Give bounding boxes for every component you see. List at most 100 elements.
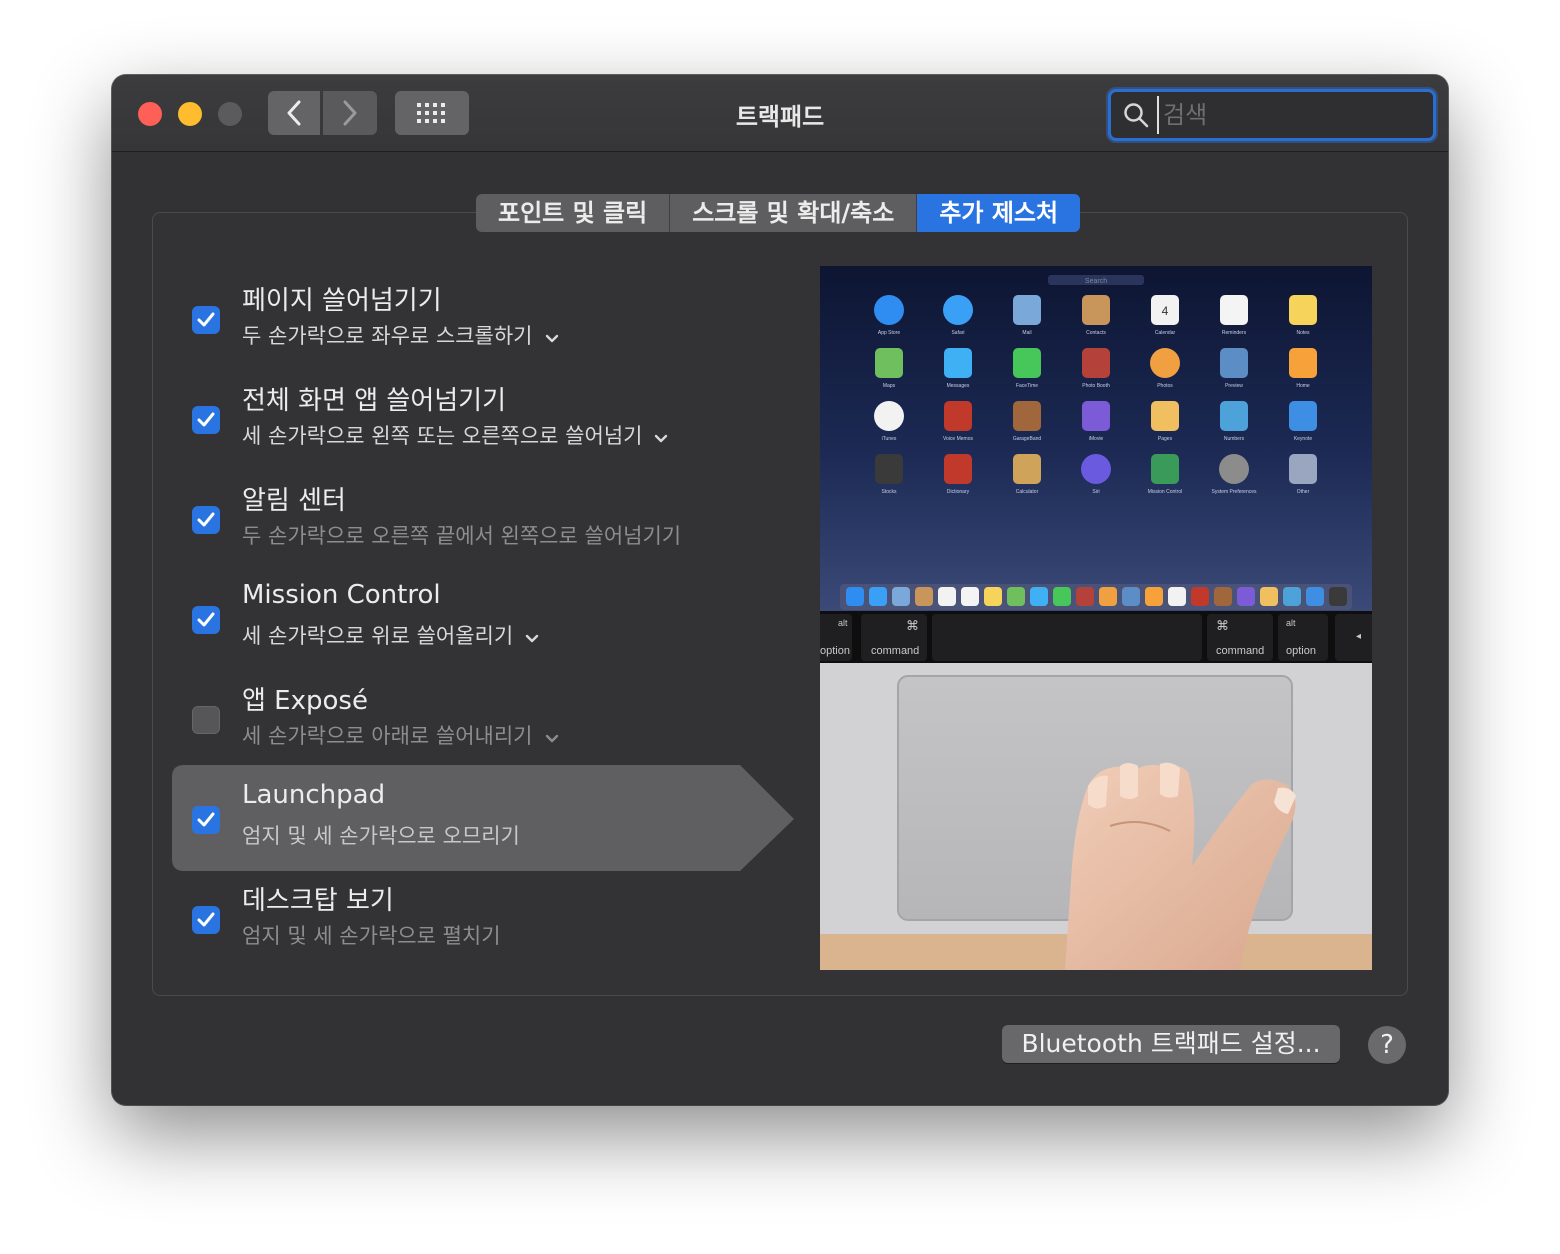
dock-app-icon	[1076, 587, 1094, 606]
gesture-description: 엄지 및 세 손가락으로 펼치기	[242, 920, 501, 950]
key-cmd-symbol-left: ⌘	[906, 618, 919, 633]
launchpad-app-icon: Contacts	[1082, 295, 1110, 336]
show-all-button[interactable]	[395, 91, 469, 135]
dock-app-icon	[915, 587, 933, 606]
launchpad-app-label: Preview	[1225, 383, 1243, 389]
gesture-subtitle: 세 손가락으로 왼쪽 또는 오른쪽으로 쓸어넘기	[242, 424, 643, 448]
gesture-title: 데스크탑 보기	[242, 886, 394, 916]
launchpad-app-icon: Dictionary	[944, 454, 972, 495]
launchpad-app-label: App Store	[878, 330, 900, 336]
dock-app-icon	[1260, 587, 1278, 606]
gesture-popup-menu[interactable]: 세 손가락으로 위로 쓸어올리기	[242, 620, 539, 650]
key-option-right: option	[1286, 645, 1316, 657]
gesture-row[interactable]: 전체 화면 앱 쓸어넘기기 세 손가락으로 왼쪽 또는 오른쪽으로 쓸어넘기	[172, 380, 772, 480]
dock-app-icon	[1145, 587, 1163, 606]
launchpad-app-label: Dictionary	[947, 489, 970, 495]
gesture-title: 페이지 쓸어넘기기	[242, 286, 442, 316]
preferences-window: 트랙패드 포인트 및 클릭 스크롤 및 확대/축소 추가 제스처 페이지 쓸어넘…	[112, 75, 1448, 1105]
gesture-subtitle: 엄지 및 세 손가락으로 펼치기	[242, 924, 501, 948]
gesture-row[interactable]: 알림 센터두 손가락으로 오른쪽 끝에서 왼쪽으로 쓸어넘기기	[172, 480, 772, 580]
checkmark-icon	[197, 412, 215, 427]
gesture-row[interactable]: Mission Control 세 손가락으로 위로 쓸어올리기	[172, 580, 772, 680]
help-button[interactable]: ?	[1368, 1026, 1406, 1064]
launchpad-app-label: FaceTime	[1016, 383, 1038, 389]
calendar-day-number: 4	[1162, 304, 1169, 318]
gesture-row[interactable]: 앱 Exposé 세 손가락으로 아래로 쓸어내리기	[172, 680, 772, 780]
chevron-down-icon	[654, 425, 668, 449]
launchpad-app-label: Photo Booth	[1082, 383, 1110, 389]
dock-app-icon	[869, 587, 887, 606]
dock-app-icon	[1168, 587, 1186, 606]
chevron-right-icon	[343, 100, 357, 126]
gesture-row[interactable]: 데스크탑 보기엄지 및 세 손가락으로 펼치기	[172, 880, 772, 980]
gesture-title: 앱 Exposé	[242, 686, 368, 716]
gesture-checkbox[interactable]	[192, 506, 220, 534]
grid-icon	[417, 103, 445, 123]
tab-scroll-and-zoom[interactable]: 스크롤 및 확대/축소	[670, 194, 918, 232]
chevron-down-icon	[545, 325, 559, 349]
dock-app-icon	[1122, 587, 1140, 606]
key-command-right: command	[1216, 645, 1264, 657]
gesture-subtitle: 두 손가락으로 좌우로 스크롤하기	[242, 324, 533, 348]
dock-app-icon	[892, 587, 910, 606]
tab-more-gestures[interactable]: 추가 제스처	[917, 194, 1081, 232]
launchpad-app-label: Stocks	[881, 489, 897, 495]
launchpad-app-icon: FaceTime	[1013, 348, 1041, 389]
launchpad-app-label: Siri	[1092, 489, 1099, 495]
bluetooth-trackpad-settings-button[interactable]: Bluetooth 트랙패드 설정...	[1002, 1025, 1340, 1063]
launchpad-app-label: Contacts	[1086, 330, 1106, 336]
dock-app-icon	[846, 587, 864, 606]
launchpad-app-label: Numbers	[1224, 436, 1245, 442]
search-input[interactable]	[1157, 96, 1425, 134]
zoom-button[interactable]	[218, 102, 242, 126]
launchpad-app-label: Reminders	[1222, 330, 1247, 336]
title-bar: 트랙패드	[112, 75, 1448, 152]
launchpad-app-label: System Preferences	[1211, 489, 1257, 495]
key-alt-left: alt	[838, 618, 848, 628]
gesture-checkbox[interactable]	[192, 706, 220, 734]
gesture-popup-menu[interactable]: 두 손가락으로 좌우로 스크롤하기	[242, 320, 559, 350]
launchpad-app-label: Messages	[947, 383, 970, 389]
launchpad-app-label: Notes	[1296, 330, 1310, 336]
launchpad-app-label: Safari	[951, 330, 964, 336]
close-button[interactable]	[138, 102, 162, 126]
launchpad-app-label: Keynote	[1294, 436, 1313, 442]
gesture-checkbox[interactable]	[192, 806, 220, 834]
tab-bar: 포인트 및 클릭 스크롤 및 확대/축소 추가 제스처	[476, 194, 1081, 232]
launchpad-app-label: Voice Memos	[943, 436, 974, 442]
launchpad-app-label: Mission Control	[1148, 489, 1182, 495]
launchpad-app-icon: App Store	[874, 295, 904, 336]
gesture-popup-menu[interactable]: 세 손가락으로 아래로 쓸어내리기	[242, 720, 559, 750]
checkmark-icon	[197, 312, 215, 327]
launchpad-app-label: iTunes	[882, 436, 897, 442]
search-field[interactable]	[1108, 89, 1436, 141]
gesture-popup-menu[interactable]: 세 손가락으로 왼쪽 또는 오른쪽으로 쓸어넘기	[242, 420, 668, 450]
dock-app-icon	[1306, 587, 1324, 606]
launchpad-app-label: Home	[1296, 383, 1310, 389]
gesture-title: 알림 센터	[242, 486, 346, 516]
checkmark-icon	[197, 512, 215, 527]
dock-app-icon	[961, 587, 979, 606]
minimize-button[interactable]	[178, 102, 202, 126]
tab-point-and-click[interactable]: 포인트 및 클릭	[476, 194, 671, 232]
gesture-description: 두 손가락으로 오른쪽 끝에서 왼쪽으로 쓸어넘기기	[242, 520, 681, 550]
key-alt-right: alt	[1286, 618, 1296, 628]
dock-app-icon	[1007, 587, 1025, 606]
key-command-left: command	[871, 645, 919, 657]
gesture-checkbox[interactable]	[192, 906, 220, 934]
gesture-preview: Search App Store Safari Mail Contacts Calend…	[820, 266, 1372, 970]
launchpad-app-icon: Photo Booth	[1082, 348, 1110, 389]
dock-app-icon	[938, 587, 956, 606]
dock-app-icon	[1329, 587, 1347, 606]
preview-search-text: Search	[1085, 278, 1107, 285]
forward-button[interactable]	[323, 91, 377, 135]
gesture-subtitle: 세 손가락으로 위로 쓸어올리기	[242, 624, 514, 648]
gesture-row[interactable]: 페이지 쓸어넘기기두 손가락으로 좌우로 스크롤하기	[172, 280, 772, 380]
gesture-checkbox[interactable]	[192, 606, 220, 634]
gesture-checkbox[interactable]	[192, 306, 220, 334]
gesture-row[interactable]: Launchpad 엄지 및 세 손가락으로 오므리기	[172, 780, 772, 880]
back-button[interactable]	[268, 91, 320, 135]
gesture-subtitle: 엄지 및 세 손가락으로 오므리기	[242, 824, 520, 848]
key-arrow: ◂	[1356, 631, 1361, 642]
gesture-checkbox[interactable]	[192, 406, 220, 434]
